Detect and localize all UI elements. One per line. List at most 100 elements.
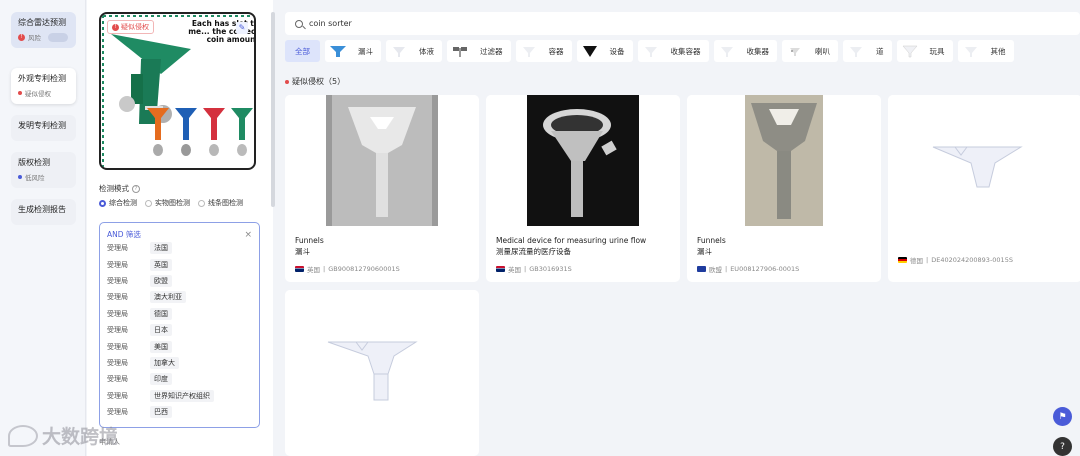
mode-title: 检测模式? <box>99 183 140 194</box>
category-label: 道 <box>876 46 884 56</box>
filter-key: 受理局 <box>107 342 128 351</box>
nav-item-label: 版权检测 <box>18 158 50 167</box>
funnel-icon <box>328 43 348 59</box>
toy-icon <box>900 43 920 59</box>
funnel-drawing <box>327 341 418 401</box>
warning-icon: ! <box>18 33 25 41</box>
category-label: 喇叭 <box>815 46 830 56</box>
filter-value-chip[interactable]: 印度 <box>150 373 172 386</box>
category-tab-collector[interactable]: 收集器 <box>713 40 777 62</box>
filter-key: 受理局 <box>107 244 128 253</box>
category-label: 体液 <box>419 46 434 56</box>
radio-selected-icon <box>99 199 106 207</box>
category-tab-channel[interactable]: 道 <box>843 40 892 62</box>
filter-row: 受理局 日本 <box>107 322 252 338</box>
filter-row: 受理局 澳大利亚 <box>107 289 252 305</box>
horn-icon <box>785 43 805 59</box>
nav-item-report[interactable]: 生成检测报告 <box>11 199 76 225</box>
category-tab-device[interactable]: 设备 <box>576 40 633 62</box>
category-label: 设备 <box>609 46 625 56</box>
nav-item-design-patent[interactable]: 外观专利检测 疑似侵权 <box>11 68 76 104</box>
category-tab-other[interactable]: 其他 <box>957 40 1014 62</box>
scrollbar[interactable] <box>271 12 275 207</box>
filter-row: 受理局 欧盟 <box>107 273 252 289</box>
category-label: 其他 <box>990 46 1006 56</box>
mode-radio-photo[interactable]: 实物图检测 <box>145 198 190 208</box>
result-card[interactable]: Funnels 漏斗 欧盟 | EU008127906-0001S <box>687 95 881 282</box>
result-card[interactable]: 德国 | DE402024200893-0015S <box>888 95 1080 282</box>
other-icon <box>961 43 981 59</box>
nav-item-radar[interactable]: 综合雷达预测 ! 风险 <box>11 12 76 48</box>
funnel-photo <box>326 95 438 226</box>
category-tab-horn[interactable]: 喇叭 <box>782 40 838 62</box>
result-image <box>486 95 680 226</box>
category-label: 收集容器 <box>670 46 701 56</box>
result-image <box>285 95 479 226</box>
category-tab-container[interactable]: 容器 <box>515 40 572 62</box>
filter-row: 受理局 美国 <box>107 338 252 354</box>
nav-item-label: 外观专利检测 <box>18 74 66 83</box>
feedback-button[interactable]: ⚑ <box>1053 407 1072 426</box>
filter-value-chip[interactable]: 法国 <box>150 242 172 255</box>
flag-uk-icon <box>496 266 505 272</box>
filter-value-chip[interactable]: 澳大利亚 <box>150 291 186 304</box>
filter-key: 受理局 <box>107 309 128 318</box>
mode-radio-line[interactable]: 线条图检测 <box>198 198 243 208</box>
nav-item-label: 发明专利检测 <box>18 121 66 130</box>
result-title-cn: 漏斗 <box>697 247 712 256</box>
filter-rows: 受理局 法国 受理局 英国 受理局 欧盟 受理局 澳大利亚 受理局 德国 受理局 日本 受理局 美国 受理局… <box>107 240 252 420</box>
category-label: 玩具 <box>929 46 945 56</box>
filter-row: 受理局 世界知识产权组织 <box>107 388 252 404</box>
category-tab-toy[interactable]: 玩具 <box>896 40 953 62</box>
search-input[interactable]: coin sorter <box>285 12 1080 35</box>
filter-row: 受理局 德国 <box>107 306 252 322</box>
filter-value-chip[interactable]: 世界知识产权组织 <box>150 389 214 402</box>
category-label: 容器 <box>548 46 564 56</box>
filter-value-chip[interactable]: 英国 <box>150 258 172 271</box>
category-tab-all[interactable]: 全部 <box>285 40 320 62</box>
help-icon[interactable]: ? <box>132 184 140 193</box>
category-tab-funnel[interactable]: 漏斗 <box>325 40 381 62</box>
status-dot-icon <box>18 175 22 179</box>
filter-key: 受理局 <box>107 260 128 269</box>
category-tab-collect-container[interactable]: 收集容器 <box>637 40 709 62</box>
filter-row: 受理局 加拿大 <box>107 355 252 371</box>
result-title-cn: 测量尿流量的医疗设备 <box>496 247 571 256</box>
filter-key: 受理局 <box>107 408 128 417</box>
close-icon[interactable]: × <box>244 230 252 240</box>
filter-value-chip[interactable]: 美国 <box>150 340 172 353</box>
filter-value-chip[interactable]: 加拿大 <box>150 356 179 369</box>
filter-value-chip[interactable]: 欧盟 <box>150 274 172 287</box>
container-icon <box>519 43 539 59</box>
filter-key: 受理局 <box>107 276 128 285</box>
filter-row: 受理局 英国 <box>107 256 252 272</box>
nav-item-copyright[interactable]: 版权检测 低风险 <box>11 152 76 188</box>
mode-radio-combined[interactable]: 综合检测 <box>99 198 137 208</box>
result-card[interactable]: Funnels 漏斗 英国 | GB90081279060001S <box>285 95 479 282</box>
nav-item-invention-patent[interactable]: 发明专利检测 <box>11 115 76 141</box>
status-dot-icon <box>285 79 289 84</box>
filter-row: 受理局 法国 <box>107 240 252 256</box>
filter-value-chip[interactable]: 日本 <box>150 324 172 337</box>
filter-value-chip[interactable]: 巴西 <box>150 406 172 419</box>
query-image[interactable]: ! 疑似侵权 Each has slot to me... the correct… <box>99 12 256 170</box>
mode-options: 综合检测 实物图检测 线条图检测 <box>99 198 243 208</box>
radio-icon <box>145 199 152 207</box>
flag-eu-icon <box>697 266 706 272</box>
result-card[interactable]: Medical device for measuring urine flow … <box>486 95 680 282</box>
filter-row: 受理局 印度 <box>107 371 252 387</box>
result-image <box>687 95 881 226</box>
filter-value-chip[interactable]: 德国 <box>150 307 172 320</box>
search-value: coin sorter <box>309 19 352 28</box>
toggle-icon <box>48 32 68 42</box>
status-dot-icon <box>18 91 22 95</box>
category-tab-liquid[interactable]: 体液 <box>386 40 442 62</box>
help-button[interactable]: ? <box>1053 437 1072 456</box>
watermark-logo-icon <box>8 424 38 447</box>
magic-edit-icon[interactable]: ✎ <box>236 22 248 34</box>
result-card[interactable] <box>285 290 479 456</box>
category-tab-filter[interactable]: 过滤器 <box>447 40 511 62</box>
category-label: 全部 <box>295 46 310 56</box>
nav-item-label: 生成检测报告 <box>18 205 66 214</box>
flag-uk-icon <box>295 266 304 272</box>
